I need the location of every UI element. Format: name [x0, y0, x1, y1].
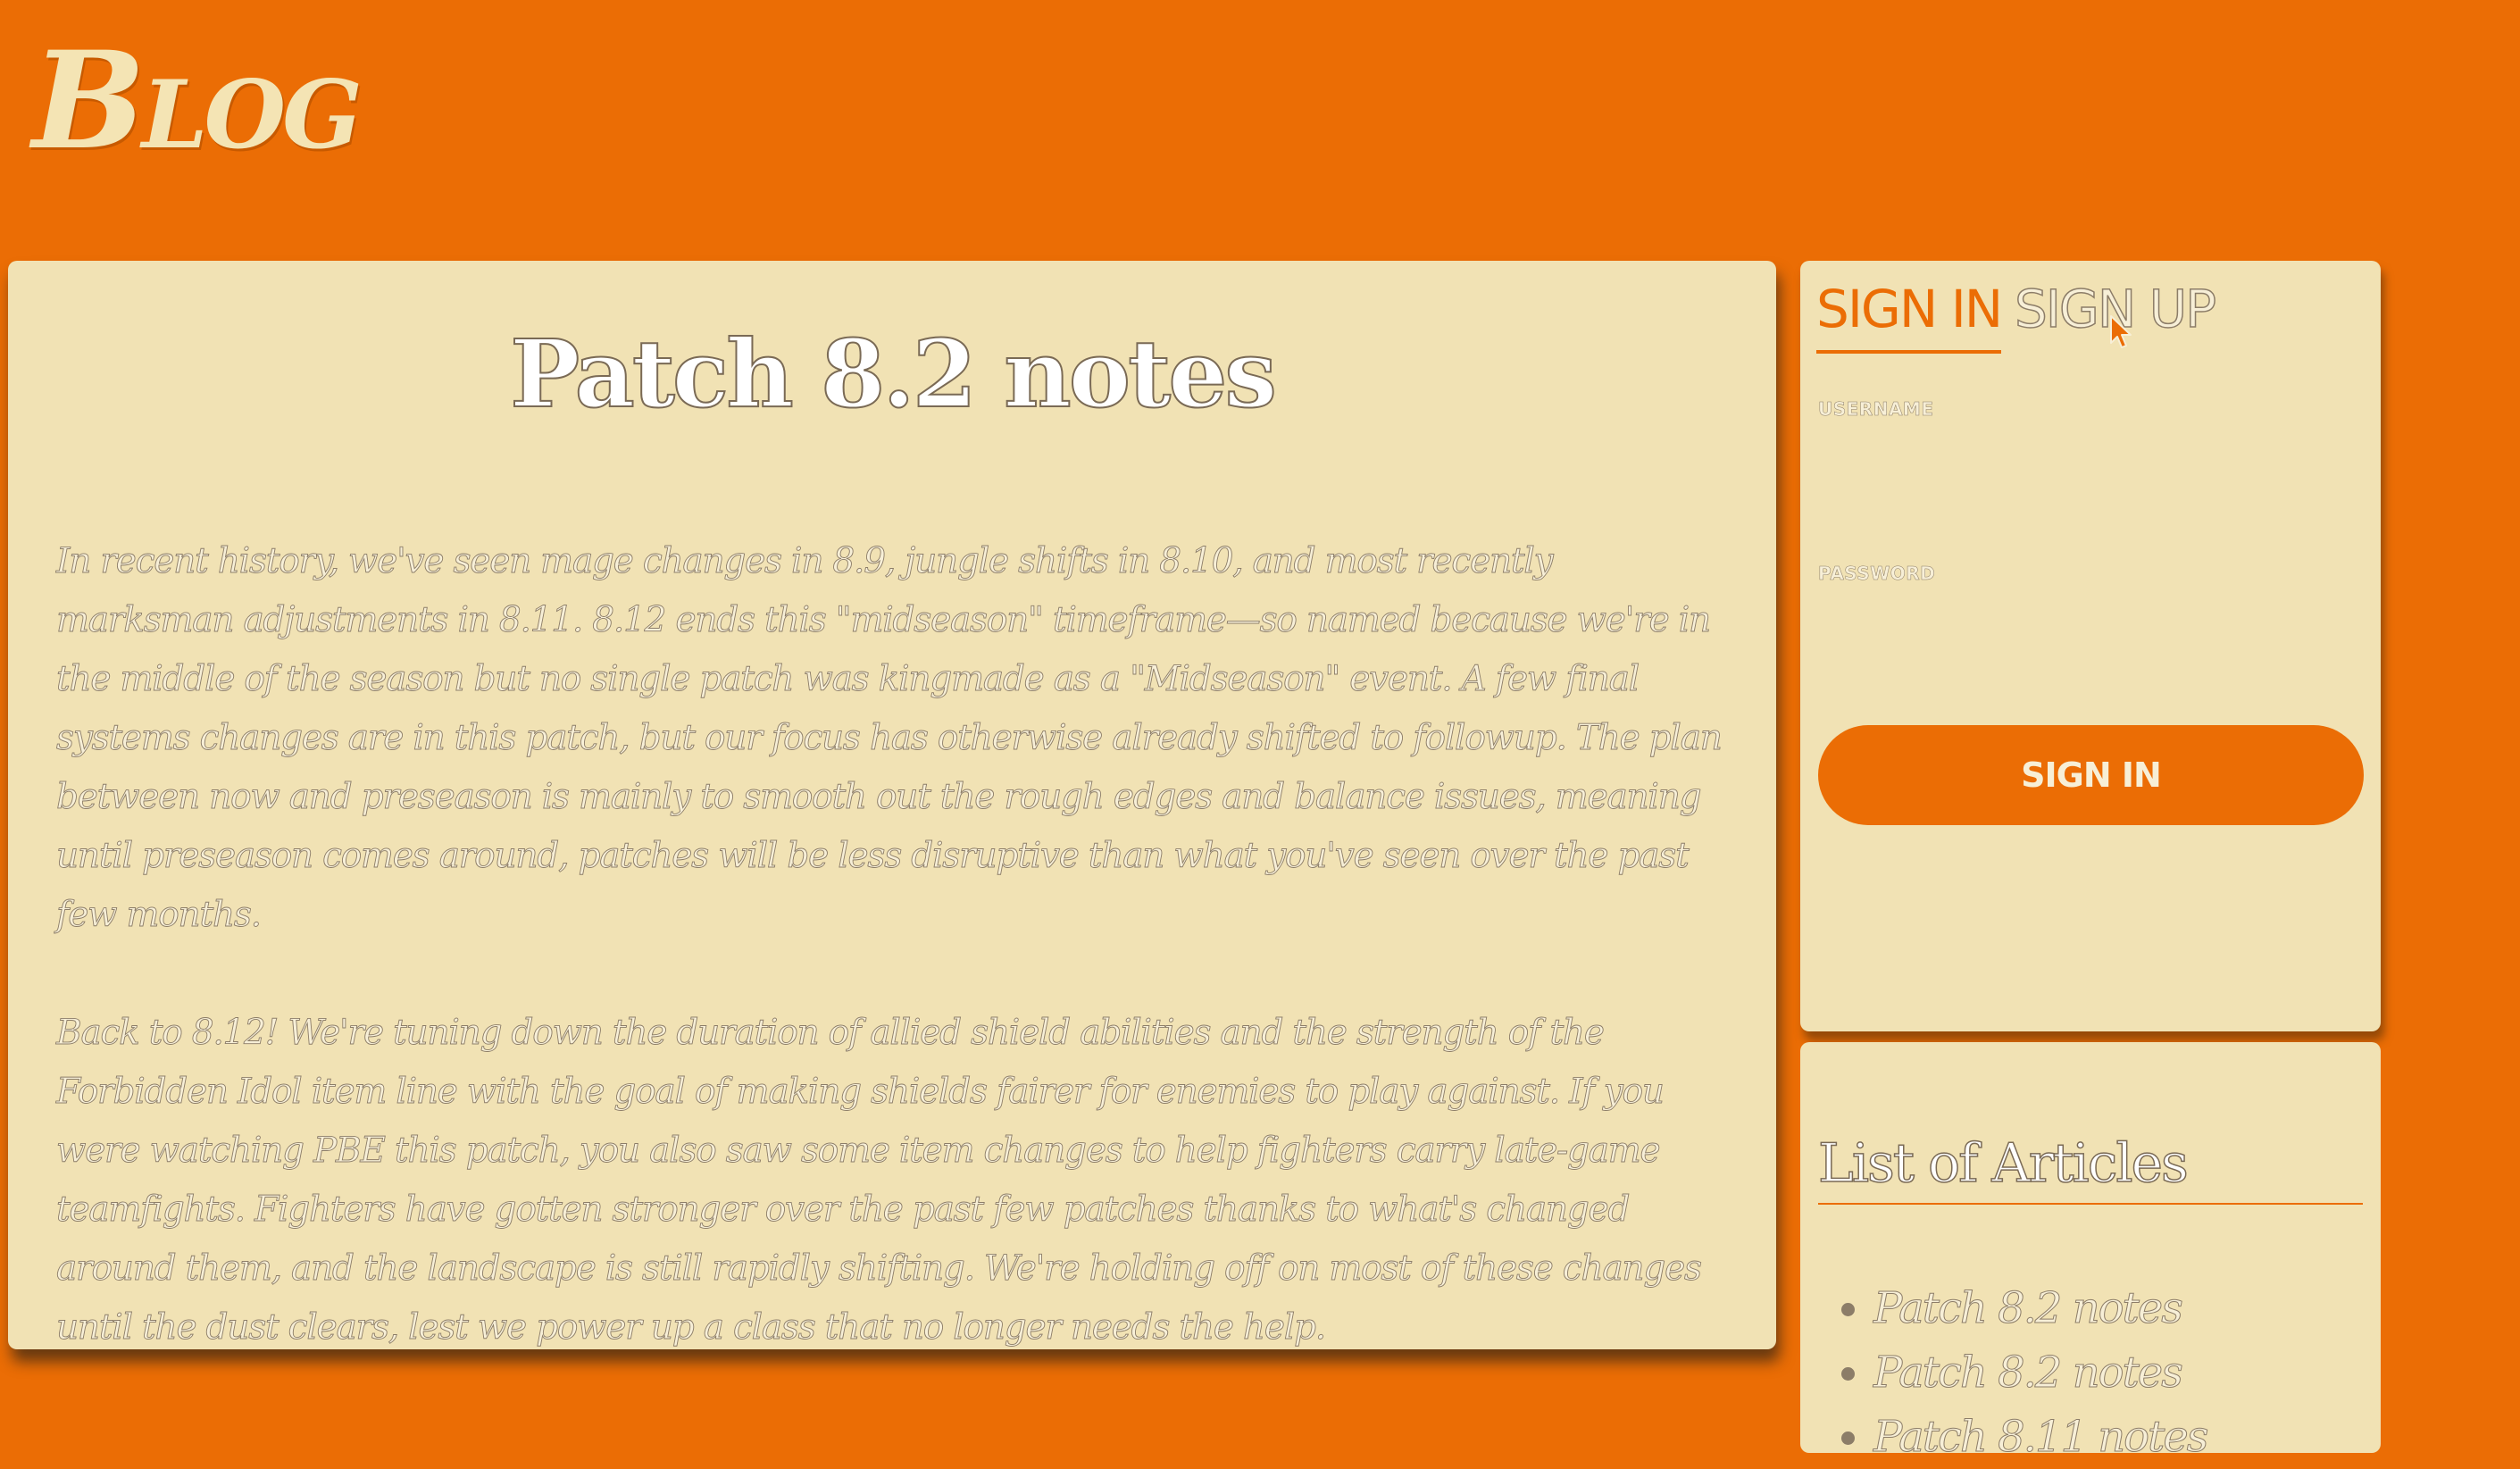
sign-in-button[interactable]: SIGN IN [1818, 725, 2364, 825]
article-card: Patch 8.2 notes In recent history, we've… [8, 261, 1776, 1349]
article-link[interactable]: Patch 8.2 notes [1873, 1283, 2184, 1334]
article-body: In recent history, we've seen mage chang… [56, 532, 1735, 1416]
list-item: Patch 8.2 notes [1873, 1340, 2207, 1405]
username-field[interactable] [1818, 427, 2366, 482]
pointer-cursor-icon [2110, 315, 2132, 348]
password-field[interactable] [1818, 591, 2366, 647]
article-link[interactable]: Patch 8.11 notes [1873, 1412, 2208, 1463]
username-label: USERNAME [1818, 398, 1934, 421]
list-item: Patch 8.2 notes [1873, 1276, 2207, 1340]
list-item: Patch 8.11 notes [1873, 1405, 2208, 1469]
articles-list-title: List of Articles [1817, 1131, 2363, 1205]
article-paragraph-1: In recent history, we've seen mage chang… [56, 541, 1723, 936]
article-link[interactable]: Patch 8.2 notes [1873, 1348, 2184, 1398]
articles-list: Patch 8.2 notes Patch 8.2 notes Patch 8.… [1854, 1276, 2208, 1469]
tab-sign-in[interactable]: SIGN IN [1816, 279, 2003, 354]
password-label: PASSWORD [1818, 563, 1936, 585]
article-paragraph-2: Back to 8.12! We're tuning down the dura… [56, 1013, 1703, 1348]
blog-logo[interactable]: Blog [32, 34, 363, 168]
auth-panel: SIGN IN SIGN UP USERNAME PASSWORD SIGN I… [1800, 261, 2381, 1031]
article-title: Patch 8.2 notes [509, 319, 1278, 429]
articles-list-panel: List of Articles Patch 8.2 notes Patch 8… [1800, 1042, 2381, 1463]
